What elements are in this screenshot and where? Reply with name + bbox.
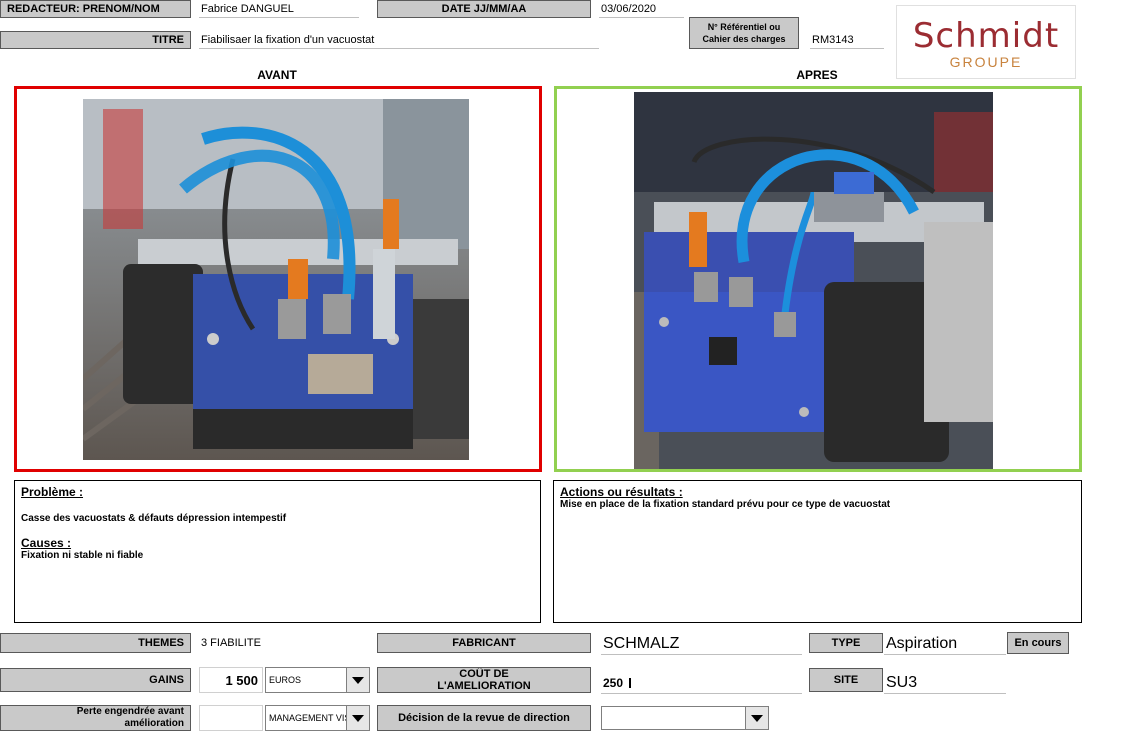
redacteur-label-text: REDACTEUR: PRENOM/NOM (7, 3, 160, 15)
apres-photo (634, 92, 993, 469)
date-label: DATE JJ/MM/AA (377, 0, 591, 18)
site-value[interactable]: SU3 (884, 672, 1006, 694)
decision-label: Décision de la revue de direction (377, 705, 591, 731)
cout-label-line1: COÛT DE (459, 668, 509, 680)
status-button[interactable]: En cours (1007, 632, 1069, 654)
gains-unit-value: EUROS (269, 675, 302, 685)
gains-label: GAINS (0, 668, 191, 692)
fabricant-value[interactable]: SCHMALZ (601, 633, 802, 655)
perte-unit-dropdown[interactable]: MANAGEMENT VIS (265, 705, 370, 731)
referentiel-value[interactable]: RM3143 (810, 31, 884, 49)
date-value[interactable]: 03/06/2020 (599, 0, 684, 18)
redacteur-value[interactable]: Fabrice DANGUEL (199, 0, 359, 18)
themes-label: THEMES (0, 633, 191, 653)
decision-dropdown[interactable] (601, 706, 769, 730)
perte-value[interactable] (199, 705, 263, 731)
titre-value[interactable]: Fiabilisaer la fixation d'un vacuostat (199, 31, 599, 49)
perte-label: Perte engendrée avant amélioration (0, 705, 191, 731)
referentiel-label: N° Référentiel ou Cahier des charges (689, 17, 799, 49)
avant-photo (83, 99, 469, 460)
probleme-text: Casse des vacuostats & défauts dépressio… (21, 513, 287, 524)
cout-value-text: 250 (603, 675, 624, 690)
logo-main-text: Schmidt (912, 16, 1060, 56)
site-label: SITE (809, 668, 883, 692)
actions-title: Actions ou résultats : (560, 485, 683, 499)
cout-label: COÛT DE L'AMELIORATION (377, 667, 591, 693)
type-value[interactable]: Aspiration (884, 633, 1006, 655)
probleme-title: Problème : (21, 485, 84, 499)
avant-photo-frame (14, 86, 542, 472)
fabricant-label: FABRICANT (377, 633, 591, 653)
text-cursor (629, 677, 632, 688)
actions-box[interactable]: Actions ou résultats : Mise en place de … (553, 480, 1082, 623)
avant-title: AVANT (257, 68, 297, 82)
cout-value[interactable]: 250 (601, 672, 802, 694)
chevron-down-icon[interactable] (346, 706, 369, 730)
perte-unit-value: MANAGEMENT VIS (269, 713, 346, 723)
apres-photo-frame (554, 86, 1082, 472)
perte-label-line2: amélioration (124, 718, 184, 729)
perte-label-line1: Perte engendrée avant (76, 706, 184, 717)
chevron-down-icon[interactable] (745, 707, 768, 729)
chevron-down-icon[interactable] (346, 668, 369, 692)
redacteur-label: REDACTEUR: PRENOM/NOM (0, 0, 191, 18)
type-label: TYPE (809, 633, 883, 653)
causes-text: Fixation ni stable ni fiable (21, 550, 144, 561)
cout-label-line2: L'AMELIORATION (437, 680, 531, 692)
titre-label: TITRE (0, 31, 191, 49)
apres-title: APRES (796, 68, 838, 82)
causes-title: Causes : (21, 536, 72, 550)
decision-value (602, 707, 745, 729)
actions-text: Mise en place de la fixation standard pr… (560, 499, 891, 510)
probleme-box[interactable]: Problème : Casse des vacuostats & défaut… (14, 480, 541, 623)
themes-value[interactable]: 3 FIABILITE (199, 633, 369, 653)
gains-value[interactable]: 1 500 (199, 667, 263, 693)
gains-unit-dropdown[interactable]: EUROS (265, 667, 370, 693)
